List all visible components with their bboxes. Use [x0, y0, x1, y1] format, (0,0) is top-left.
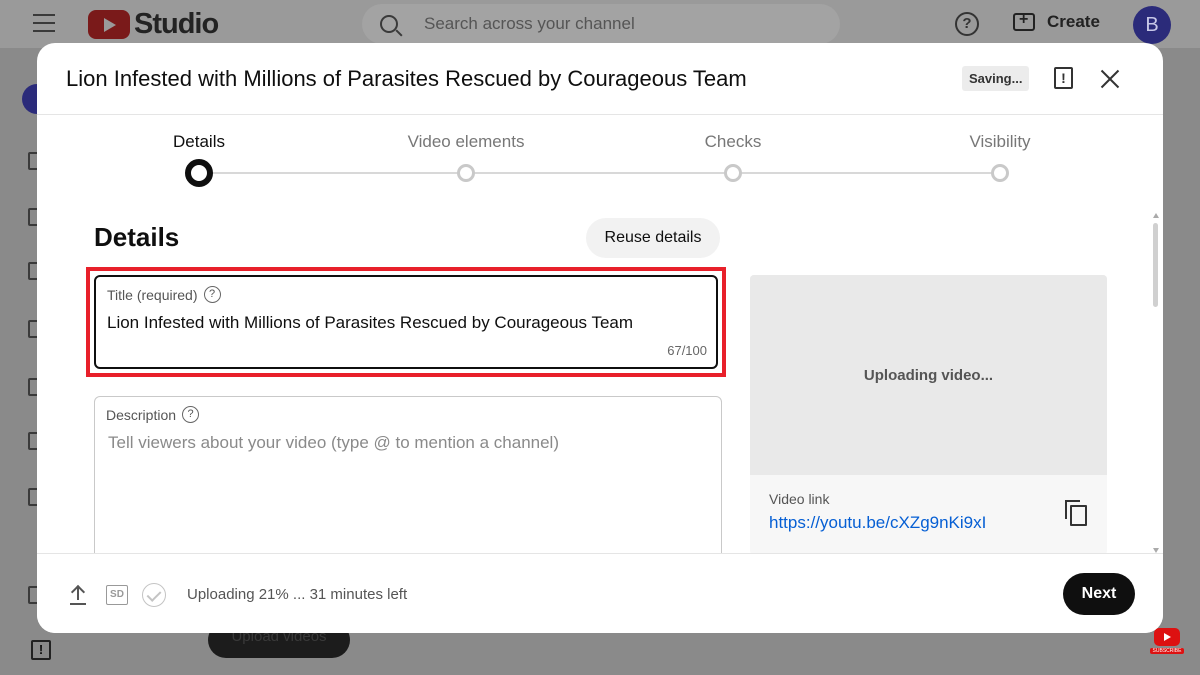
- help-icon[interactable]: ?: [182, 406, 200, 423]
- search-placeholder: Search across your channel: [424, 14, 635, 33]
- description-placeholder[interactable]: Tell viewers about your video (type @ to…: [108, 433, 559, 453]
- section-title: Details: [94, 222, 180, 252]
- youtube-logo-icon: [88, 10, 130, 39]
- step-indicator: [185, 159, 213, 187]
- step-indicator: [991, 164, 1009, 182]
- description-label: Description: [106, 406, 177, 423]
- send-feedback-icon[interactable]: !: [31, 640, 51, 660]
- studio-logo[interactable]: Studio: [88, 8, 219, 41]
- search-icon: [380, 15, 398, 33]
- stepper-track: [199, 172, 1000, 174]
- dialog-footer: SD Uploading 21% ... 31 minutes left Nex…: [37, 553, 1163, 633]
- step-label: Video elements: [407, 132, 525, 151]
- scroll-up-arrow-icon[interactable]: [1153, 213, 1159, 218]
- description-label-row: Description ?: [106, 406, 200, 423]
- title-field-label-row: Title (required) ?: [107, 286, 221, 303]
- video-preview: Uploading video...: [750, 275, 1107, 475]
- create-video-icon: [1013, 11, 1035, 31]
- step-indicator: [724, 164, 742, 182]
- step-visibility[interactable]: Visibility: [920, 132, 1080, 182]
- create-button[interactable]: Create: [1013, 11, 1100, 32]
- reuse-details-button[interactable]: Reuse details: [586, 218, 720, 258]
- feedback-icon[interactable]: !: [1054, 67, 1073, 89]
- upload-icon: [70, 585, 86, 605]
- step-label: Visibility: [969, 132, 1031, 151]
- channel-search-input[interactable]: Search across your channel: [362, 4, 840, 44]
- step-label: Details: [173, 132, 225, 151]
- create-label: Create: [1047, 12, 1100, 31]
- help-icon[interactable]: ?: [203, 286, 221, 303]
- copy-icon[interactable]: [1065, 500, 1087, 526]
- step-checks[interactable]: Checks: [653, 132, 813, 182]
- upload-status-text: Uploading video...: [863, 367, 994, 384]
- video-link-label: Video link: [769, 491, 830, 507]
- step-details[interactable]: Details: [119, 132, 279, 187]
- upload-progress-status: Uploading 21% ... 31 minutes left: [187, 586, 408, 603]
- step-label: Checks: [704, 132, 762, 151]
- title-highlight-box: Title (required) ? Lion Infested with Mi…: [86, 267, 726, 377]
- dialog-title: Lion Infested with Millions of Parasites…: [66, 66, 747, 91]
- studio-logo-text: Studio: [134, 8, 219, 40]
- title-field[interactable]: Title (required) ? Lion Infested with Mi…: [94, 275, 718, 369]
- checks-status-icon: [142, 583, 166, 607]
- account-avatar[interactable]: B: [1133, 6, 1171, 44]
- video-link[interactable]: https://youtu.be/cXZg9nKi9xI: [769, 513, 986, 533]
- studio-topbar: Studio Search across your channel ? Crea…: [0, 0, 1200, 48]
- step-video-elements[interactable]: Video elements: [386, 132, 546, 182]
- title-char-counter: 67/100: [667, 343, 707, 358]
- description-field[interactable]: Description ? Tell viewers about your vi…: [94, 396, 722, 566]
- title-value[interactable]: Lion Infested with Millions of Parasites…: [107, 313, 633, 333]
- dialog-header: Lion Infested with Millions of Parasites…: [37, 43, 1163, 115]
- step-indicator: [457, 164, 475, 182]
- menu-icon[interactable]: [33, 14, 55, 32]
- subscribe-badge-label: SUBSCRIBE: [1150, 648, 1184, 654]
- next-button[interactable]: Next: [1063, 573, 1135, 615]
- scrollbar-thumb[interactable]: [1153, 223, 1158, 307]
- scrollbar[interactable]: [1152, 213, 1160, 553]
- video-preview-card: Uploading video... Video link https://yo…: [750, 275, 1107, 555]
- sd-quality-icon: SD: [106, 585, 128, 605]
- saving-badge: Saving...: [962, 66, 1030, 91]
- help-icon[interactable]: ?: [955, 12, 979, 36]
- title-field-label: Title (required): [107, 286, 198, 303]
- close-icon[interactable]: [1098, 67, 1122, 91]
- upload-dialog: Lion Infested with Millions of Parasites…: [37, 43, 1163, 633]
